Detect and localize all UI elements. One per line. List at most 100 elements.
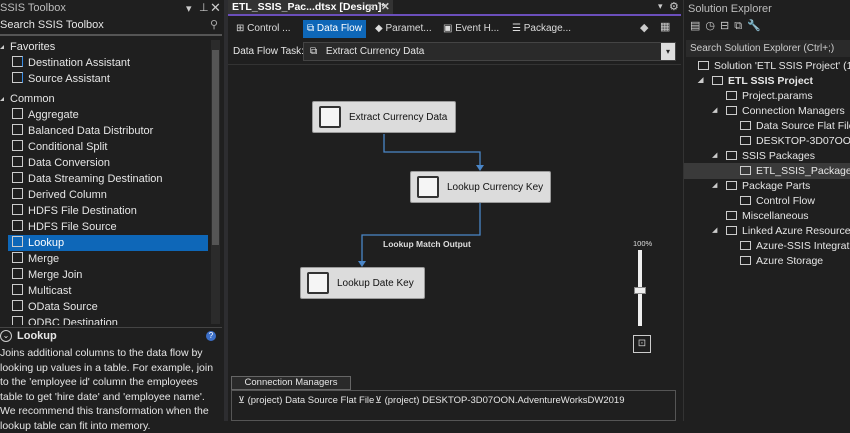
tab-menu-icon[interactable]: ▾ bbox=[658, 1, 663, 12]
task-label: Data Flow Task: bbox=[233, 46, 304, 57]
show-all-files-icon[interactable]: ⧉ bbox=[734, 20, 747, 32]
connection-item[interactable]: ⊻ (project) DESKTOP-3D07OON.AdventureWor… bbox=[375, 395, 624, 406]
search-icon: ⚲ bbox=[209, 19, 218, 31]
connection-icon: ⊻ bbox=[238, 395, 245, 406]
solution-tree-item[interactable]: Solution 'ETL SSIS Project' (1 of 1 bbox=[684, 58, 850, 74]
expand-icon bbox=[0, 45, 4, 49]
solution-tree-item[interactable]: DESKTOP-3D07OON.Ad bbox=[684, 133, 850, 149]
toolbox-dropdown-icon[interactable]: ▾ bbox=[186, 2, 192, 15]
toolbox-item[interactable]: HDFS File Source bbox=[8, 219, 208, 235]
solution-tree-item[interactable]: ◢ Linked Azure Resources bbox=[684, 223, 850, 239]
toolbox-item[interactable]: Derived Column bbox=[8, 187, 208, 203]
zoom-to-fit-button[interactable]: ⊡ bbox=[633, 335, 651, 353]
toolbox-item[interactable]: Conditional Split bbox=[8, 139, 208, 155]
close-tab-icon[interactable]: ✕ bbox=[381, 0, 390, 14]
solution-tree-item[interactable]: Control Flow bbox=[684, 193, 850, 209]
tab-event-handlers[interactable]: ▣ Event H... bbox=[439, 20, 503, 38]
connection-managers-tab[interactable]: Connection Managers bbox=[231, 376, 351, 390]
toolbox-search-input[interactable]: Search SSIS Toolbox ⚲ bbox=[0, 17, 222, 36]
expand-icon bbox=[0, 97, 4, 101]
settings-icon[interactable]: ⚙ bbox=[669, 0, 679, 13]
data-flow-task-select[interactable]: ⧉ Extract Currency Data ▾ bbox=[303, 42, 676, 61]
component-label: Lookup Currency Key bbox=[447, 181, 544, 193]
variables-icon[interactable]: ◆ bbox=[640, 21, 648, 34]
component-lookup-currency-key[interactable]: Lookup Currency Key bbox=[410, 171, 551, 203]
help-icon[interactable]: ? bbox=[206, 331, 216, 341]
connection-item[interactable]: ⊻ (project) Data Source Flat File bbox=[238, 395, 374, 406]
expand-icon[interactable]: ◢ bbox=[712, 178, 717, 194]
solution-tree-item[interactable]: ◢ Connection Managers bbox=[684, 103, 850, 119]
solution-tree-item[interactable]: Azure-SSIS Integration bbox=[684, 238, 850, 254]
expand-icon[interactable]: ◢ bbox=[712, 148, 717, 164]
toolbox-grid-icon[interactable]: ▦ bbox=[660, 20, 670, 33]
flat-file-source-icon bbox=[319, 106, 341, 128]
tab-control-flow[interactable]: ⊞ Control ... bbox=[232, 20, 295, 38]
source-assistant-icon bbox=[12, 72, 23, 83]
solution-tree-item[interactable]: Project.params bbox=[684, 88, 850, 104]
solution-tree-item[interactable]: ◢ SSIS Packages bbox=[684, 148, 850, 164]
toolbox-item[interactable]: OData Source bbox=[8, 299, 208, 315]
tab-package-explorer[interactable]: ☰ Package... bbox=[508, 20, 575, 38]
toolbox-item[interactable]: Balanced Data Distributor bbox=[8, 123, 208, 139]
solution-tree-item[interactable]: Miscellaneous bbox=[684, 208, 850, 224]
collapse-all-icon[interactable]: ⊟ bbox=[720, 20, 734, 32]
path-label[interactable]: Lookup Match Output bbox=[383, 239, 471, 249]
toolbox-item[interactable]: Source Assistant bbox=[12, 71, 110, 87]
toolbox-item[interactable]: Aggregate bbox=[8, 107, 208, 123]
chevron-down-icon[interactable]: ▾ bbox=[661, 43, 675, 60]
toolbox-item[interactable]: ODBC Destination bbox=[8, 315, 208, 325]
toolbox-item[interactable]: Lookup bbox=[8, 235, 208, 251]
zoom-slider-thumb[interactable] bbox=[634, 287, 646, 294]
group-favorites[interactable]: Favorites bbox=[0, 39, 55, 55]
expand-icon[interactable]: ◢ bbox=[712, 103, 717, 119]
solution-tree-item[interactable]: ◢ ETL SSIS Project bbox=[684, 73, 850, 89]
item-label: Conditional Split bbox=[28, 141, 108, 153]
solution-tree-item[interactable]: Azure Storage bbox=[684, 253, 850, 269]
pin-icon[interactable]: ¤ bbox=[368, 0, 374, 14]
solution-tree-item[interactable]: ETL_SSIS_Package.dtsx bbox=[684, 163, 850, 179]
tab-parameters[interactable]: ◆ Paramet... bbox=[371, 20, 436, 38]
tab-label: Event H... bbox=[455, 23, 500, 34]
tab-data-flow[interactable]: ⧉ Data Flow bbox=[303, 20, 366, 38]
toolbox-item[interactable]: Merge bbox=[8, 251, 208, 267]
data-flow-task-icon: ⧉ bbox=[310, 46, 320, 57]
item-label: Merge Join bbox=[28, 269, 83, 281]
toolbox-item[interactable]: Destination Assistant bbox=[12, 55, 130, 71]
toolbox-item[interactable]: HDFS File Destination bbox=[8, 203, 208, 219]
folder-icon bbox=[740, 241, 751, 250]
folder-icon bbox=[740, 256, 751, 265]
properties-icon[interactable]: 🔧 bbox=[747, 20, 766, 32]
pending-changes-icon[interactable]: ◷ bbox=[705, 20, 720, 32]
expand-icon[interactable]: ◢ bbox=[698, 73, 703, 89]
toolbox-scrollbar[interactable] bbox=[211, 40, 220, 324]
solution-tree-item[interactable]: Data Source Flat File.co bbox=[684, 118, 850, 134]
document-tab[interactable]: ETL_SSIS_Pac...dtsx [Design]* ¤ ✕ bbox=[228, 0, 393, 14]
item-label: Data Streaming Destination bbox=[28, 173, 163, 185]
item-label: Linked Azure Resources bbox=[742, 225, 850, 237]
component-icon bbox=[12, 108, 23, 119]
design-canvas[interactable]: Extract Currency Data Lookup Currency Ke… bbox=[228, 64, 681, 370]
solution-tree-item[interactable]: ◢ Package Parts bbox=[684, 178, 850, 194]
item-label: Aggregate bbox=[28, 109, 79, 121]
solution-search-input[interactable]: Search Solution Explorer (Ctrl+;) bbox=[686, 40, 850, 57]
toolbox-item[interactable]: Multicast bbox=[8, 283, 208, 299]
expand-icon[interactable]: ◢ bbox=[712, 223, 717, 239]
component-icon bbox=[12, 204, 23, 215]
close-icon[interactable]: ✕ bbox=[210, 0, 221, 16]
item-label: SSIS Packages bbox=[742, 150, 815, 162]
component-icon bbox=[12, 252, 23, 263]
toolbox-item[interactable]: Merge Join bbox=[8, 267, 208, 283]
toolbox-item[interactable]: Data Streaming Destination bbox=[8, 171, 208, 187]
switch-views-icon[interactable]: ▤ bbox=[690, 20, 705, 32]
component-extract-currency-data[interactable]: Extract Currency Data bbox=[312, 101, 456, 133]
pin-icon[interactable]: ⊥ bbox=[199, 1, 209, 14]
component-icon bbox=[12, 124, 23, 135]
connection-icon: ⊻ bbox=[375, 395, 382, 406]
toolbox-item[interactable]: Data Conversion bbox=[8, 155, 208, 171]
tab-title: ETL_SSIS_Pac...dtsx [Design]* bbox=[232, 1, 386, 13]
group-common[interactable]: Common bbox=[0, 91, 55, 107]
tab-label: Package... bbox=[523, 23, 572, 34]
item-label: Project.params bbox=[742, 90, 813, 102]
component-lookup-date-key[interactable]: Lookup Date Key bbox=[300, 267, 425, 299]
collapse-icon[interactable]: ⌄ bbox=[0, 330, 12, 342]
